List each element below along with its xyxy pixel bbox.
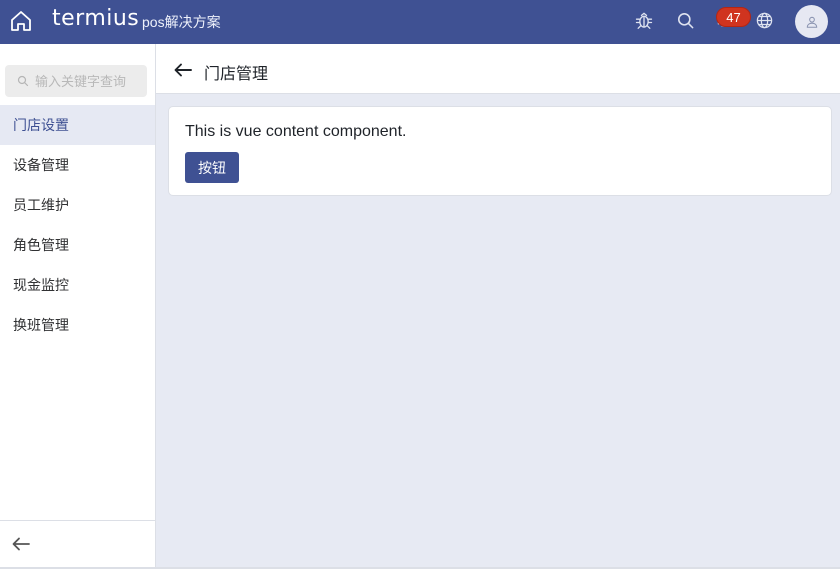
search-icon [17, 75, 29, 87]
search-button[interactable] [674, 9, 696, 31]
arrow-left-icon [174, 63, 192, 77]
sidebar-item-store-settings[interactable]: 门店设置 [0, 105, 155, 145]
user-icon [806, 16, 817, 28]
content-card: This is vue content component. 按钮 [168, 106, 832, 196]
user-avatar[interactable] [795, 5, 828, 38]
sidebar-item-shift-management[interactable]: 换班管理 [0, 305, 155, 345]
sidebar: 门店设置 设备管理 员工维护 角色管理 现金监控 换班管理 [0, 44, 156, 568]
search-icon [677, 12, 693, 28]
bug-icon [635, 12, 653, 30]
back-button[interactable] [174, 61, 194, 79]
sidebar-search [5, 65, 147, 97]
page-header: 门店管理 [156, 44, 840, 94]
debug-button[interactable] [633, 9, 655, 31]
sidebar-search-input[interactable] [35, 73, 143, 89]
content-text: This is vue content component. [185, 123, 407, 140]
home-button[interactable] [8, 8, 34, 34]
sidebar-footer [0, 520, 155, 568]
language-button[interactable] [753, 9, 775, 31]
primary-button[interactable]: 按钮 [185, 152, 239, 183]
arrow-left-icon [12, 537, 30, 551]
sidebar-item-cash-monitoring[interactable]: 现金监控 [0, 265, 155, 305]
home-icon [11, 11, 31, 31]
sidebar-item-device-management[interactable]: 设备管理 [0, 145, 155, 185]
top-navigation-bar: termius pos解决方案 47 [0, 0, 840, 44]
notification-badge: 47 [716, 7, 751, 27]
app-subtitle: pos解决方案 [142, 14, 221, 30]
globe-icon [756, 12, 772, 28]
sidebar-item-role-management[interactable]: 角色管理 [0, 225, 155, 265]
collapse-sidebar-button[interactable] [12, 535, 32, 553]
app-logo: termius [52, 6, 140, 31]
sidebar-item-staff-maintenance[interactable]: 员工维护 [0, 185, 155, 225]
sidebar-menu: 门店设置 设备管理 员工维护 角色管理 现金监控 换班管理 [0, 105, 155, 345]
page-title: 门店管理 [204, 66, 269, 83]
